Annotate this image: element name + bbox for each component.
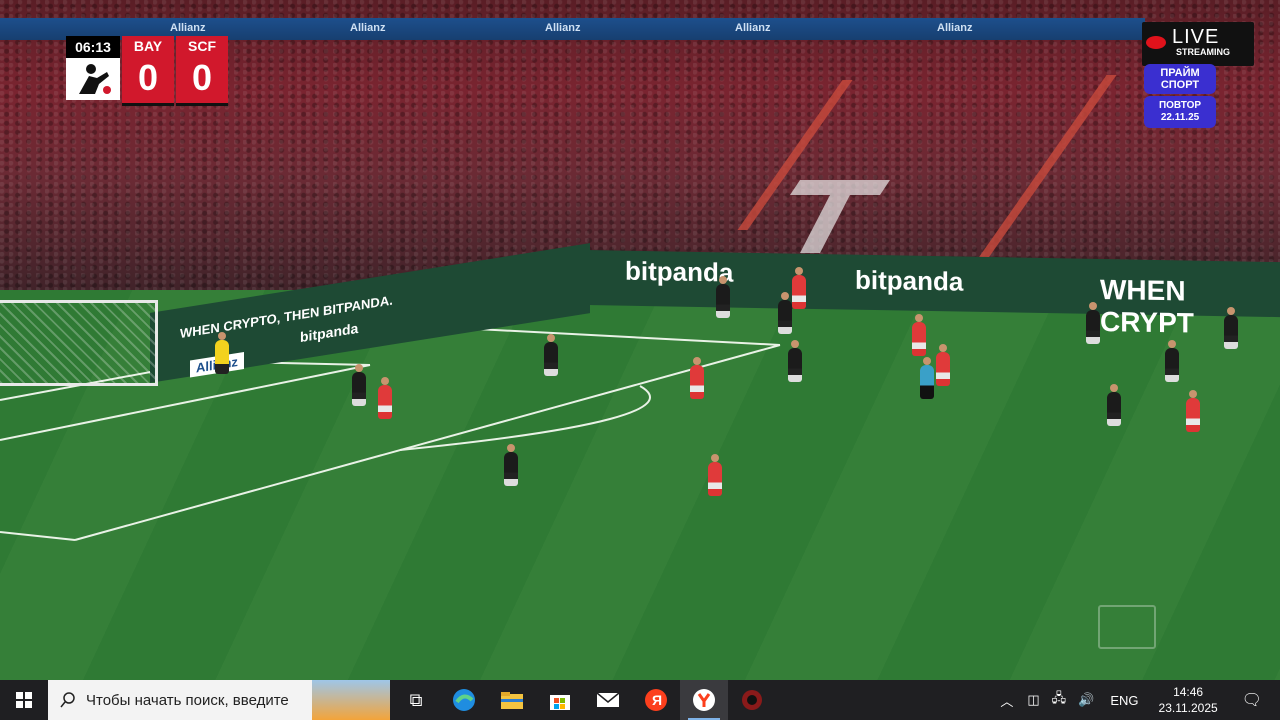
player-red bbox=[708, 454, 722, 496]
bundesliga-logo-icon bbox=[66, 58, 120, 100]
live-streaming-badge: LIVE STREAMING bbox=[1142, 22, 1254, 66]
chevron-up-icon[interactable]: ︿ bbox=[1000, 691, 1013, 710]
windows-taskbar: Чтобы начать поиск, введите ⧉ Я ︿ ◫ 🖧 🔊 … bbox=[0, 680, 1280, 720]
player-black bbox=[352, 364, 366, 406]
bitpanda-logo: bitpanda bbox=[300, 319, 359, 346]
scoreboard: 06:13 BAY 0 SCF 0 bbox=[66, 36, 228, 106]
task-view-icon: ⧉ bbox=[409, 689, 423, 710]
allianz-logo: Allianz bbox=[545, 22, 581, 34]
player-black bbox=[1086, 302, 1100, 344]
player-black bbox=[778, 292, 792, 334]
player-red bbox=[936, 344, 950, 386]
search-icon bbox=[60, 692, 75, 708]
player-red bbox=[1186, 390, 1200, 432]
referee bbox=[920, 357, 934, 399]
goal-net bbox=[0, 300, 158, 386]
video-frame: Allianz Allianz Allianz Allianz Allianz … bbox=[0, 0, 1280, 680]
yandex-browser-button[interactable] bbox=[680, 680, 728, 720]
replay-date: 22.11.25 bbox=[1160, 112, 1200, 123]
player-black bbox=[1165, 340, 1179, 382]
allianz-logo: Allianz bbox=[350, 22, 386, 34]
svg-text:Я: Я bbox=[652, 692, 662, 708]
player-black bbox=[544, 334, 558, 376]
channel-line1: ПРАЙМ bbox=[1160, 67, 1200, 79]
webcam-icon[interactable]: ◫ bbox=[1027, 692, 1039, 708]
goalkeeper bbox=[215, 332, 229, 374]
match-clock: 06:13 bbox=[66, 36, 120, 58]
player-red bbox=[378, 377, 392, 419]
replay-badge: ПОВТОР 22.11.25 bbox=[1144, 96, 1216, 128]
edge-icon bbox=[453, 689, 475, 711]
player-black bbox=[504, 444, 518, 486]
bitpanda-logo: bitpanda bbox=[855, 264, 964, 297]
system-tray: ︿ ◫ 🖧 🔊 ENG 14:46 23.11.2025 🗨 bbox=[992, 680, 1280, 720]
taskbar-search-box[interactable]: Чтобы начать поиск, введите bbox=[48, 680, 390, 720]
edge-button[interactable] bbox=[440, 680, 488, 720]
player-black bbox=[1107, 384, 1121, 426]
network-icon[interactable]: 🖧 bbox=[1052, 689, 1067, 711]
taskbar-date: 23.11.2025 bbox=[1158, 701, 1218, 715]
channel-logo: ПРАЙМ СПОРТ bbox=[1144, 64, 1216, 94]
task-view-button[interactable]: ⧉ bbox=[392, 680, 440, 720]
player-black bbox=[788, 340, 802, 382]
home-team-abbr: BAY bbox=[133, 38, 163, 54]
channel-line2: СПОРТ bbox=[1160, 79, 1200, 91]
search-highlight-image bbox=[312, 680, 390, 720]
yandex-browser-icon bbox=[693, 689, 715, 711]
player-red bbox=[792, 267, 806, 309]
yandex-button[interactable]: Я bbox=[632, 680, 680, 720]
player-red bbox=[690, 357, 704, 399]
allianz-logo: Allianz bbox=[937, 22, 973, 34]
bitpanda-logo: bitpanda bbox=[625, 255, 734, 288]
live-label: LIVE bbox=[1172, 26, 1220, 48]
store-icon bbox=[550, 695, 570, 710]
mail-button[interactable] bbox=[584, 680, 632, 720]
live-dot-icon bbox=[1146, 36, 1166, 49]
taskbar-clock[interactable]: 14:46 23.11.2025 bbox=[1159, 684, 1218, 716]
folder-icon bbox=[501, 692, 523, 709]
microsoft-store-button[interactable] bbox=[536, 680, 584, 720]
player-red bbox=[912, 314, 926, 356]
start-button[interactable] bbox=[0, 680, 48, 720]
replay-label: ПОВТОР bbox=[1158, 100, 1202, 111]
taskbar-time: 14:46 bbox=[1173, 685, 1204, 699]
file-explorer-button[interactable] bbox=[488, 680, 536, 720]
mail-icon bbox=[596, 692, 620, 707]
search-placeholder: Чтобы начать поиск, введите bbox=[86, 691, 289, 709]
away-team-goals: 0 bbox=[191, 57, 213, 98]
streaming-label: STREAMING bbox=[1176, 47, 1230, 57]
app-red-button[interactable] bbox=[728, 680, 776, 720]
fan-choreo-logo bbox=[790, 180, 890, 253]
player-black bbox=[1224, 307, 1238, 349]
home-team-goals: 0 bbox=[137, 57, 159, 98]
home-team-score: BAY 0 bbox=[122, 36, 174, 106]
allianz-logo: Allianz bbox=[735, 22, 771, 34]
yandex-icon: Я bbox=[645, 689, 667, 711]
volume-icon[interactable]: 🔊 bbox=[1078, 692, 1094, 708]
windows-logo-icon bbox=[16, 692, 32, 708]
app-red-icon bbox=[742, 690, 762, 710]
player-black bbox=[716, 276, 730, 318]
language-indicator[interactable]: ENG bbox=[1110, 693, 1138, 708]
bundesliga-watermark-icon bbox=[1098, 605, 1156, 649]
board-slogan: WHEN CRYPT bbox=[1100, 273, 1194, 339]
away-team-abbr: SCF bbox=[188, 38, 216, 54]
notifications-icon[interactable]: 🗨 bbox=[1242, 690, 1262, 710]
allianz-logo: Allianz bbox=[170, 22, 206, 34]
away-team-score: SCF 0 bbox=[176, 36, 228, 106]
